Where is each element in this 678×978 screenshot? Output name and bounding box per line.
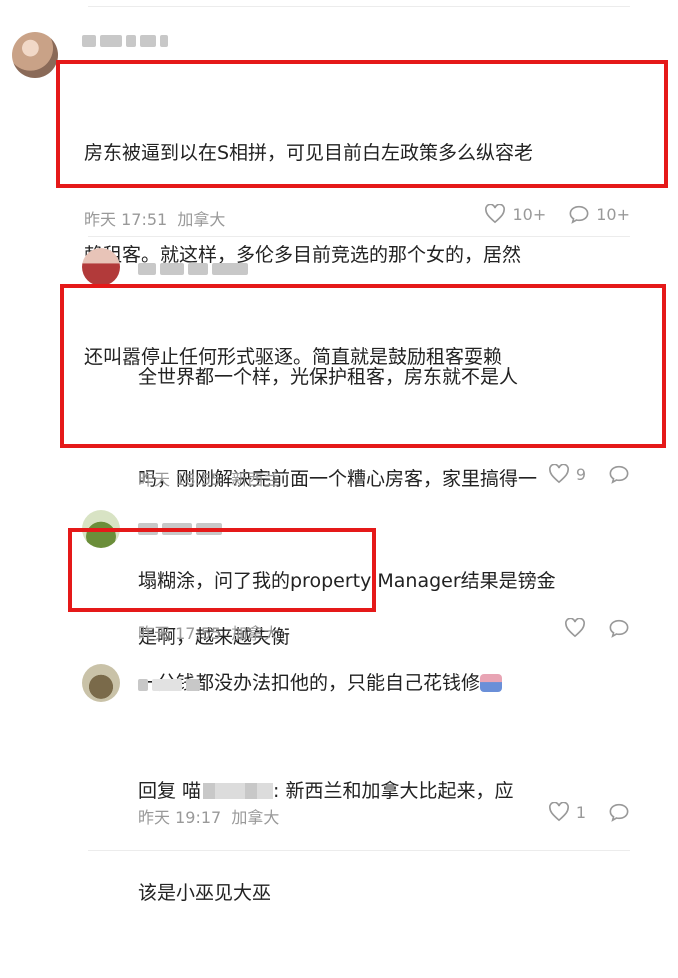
divider: [88, 6, 630, 7]
heart-outline-icon: [565, 618, 585, 638]
comment-meta: 昨天 18:55 新西兰: [138, 466, 279, 490]
avatar[interactable]: [82, 248, 120, 286]
reply-button[interactable]: [608, 464, 630, 484]
username-redacted[interactable]: [82, 34, 168, 48]
speech-bubble-icon: [609, 619, 629, 638]
comment-actions: [542, 618, 630, 638]
timestamp: 昨天 17:51: [84, 210, 168, 229]
comment-actions: 1: [526, 802, 630, 822]
reply-button[interactable]: 10+: [568, 204, 630, 224]
location: 新西兰: [231, 470, 280, 489]
reply-button[interactable]: [608, 618, 630, 638]
like-button[interactable]: [564, 618, 586, 638]
like-button[interactable]: 10+: [484, 204, 546, 224]
location: 加拿大: [231, 624, 280, 643]
timestamp: 昨天 19:17: [138, 808, 222, 827]
divider: [88, 850, 630, 851]
like-count: 1: [575, 802, 586, 822]
timestamp: 昨天 18:55: [138, 470, 222, 489]
reply-count: 10+: [596, 204, 630, 224]
speech-bubble-icon: [609, 803, 629, 822]
timestamp: 昨天 17:55: [138, 624, 222, 643]
speech-bubble-icon: [569, 205, 589, 224]
like-count: 9: [575, 464, 586, 484]
heart-outline-icon: [548, 802, 569, 822]
location: 加拿大: [231, 808, 280, 827]
heart-outline-icon: [548, 464, 569, 484]
like-count: 10+: [512, 204, 547, 224]
emoji-image: [480, 674, 503, 692]
heart-outline-icon: [485, 204, 506, 224]
speech-bubble-icon: [609, 465, 629, 484]
comment-meta: 昨天 17:51 加拿大: [84, 206, 225, 230]
comment-text: 回复 喵: 新西兰和加拿大比起来，应 该是小巫见大巫: [138, 780, 514, 904]
comment-meta: 昨天 19:17 加拿大: [138, 804, 279, 828]
username-redacted[interactable]: [138, 262, 248, 276]
avatar[interactable]: [12, 32, 58, 78]
reply-button[interactable]: [608, 802, 630, 822]
comment-meta: 昨天 17:55 加拿大: [138, 620, 279, 644]
location: 加拿大: [177, 210, 226, 229]
comment-actions: 10+ 10+: [462, 204, 630, 224]
like-button[interactable]: 9: [548, 464, 586, 484]
like-button[interactable]: 1: [548, 802, 586, 822]
divider: [88, 236, 630, 237]
username-redacted[interactable]: [138, 678, 200, 692]
comment-actions: 9: [526, 464, 630, 484]
avatar[interactable]: [82, 664, 120, 702]
